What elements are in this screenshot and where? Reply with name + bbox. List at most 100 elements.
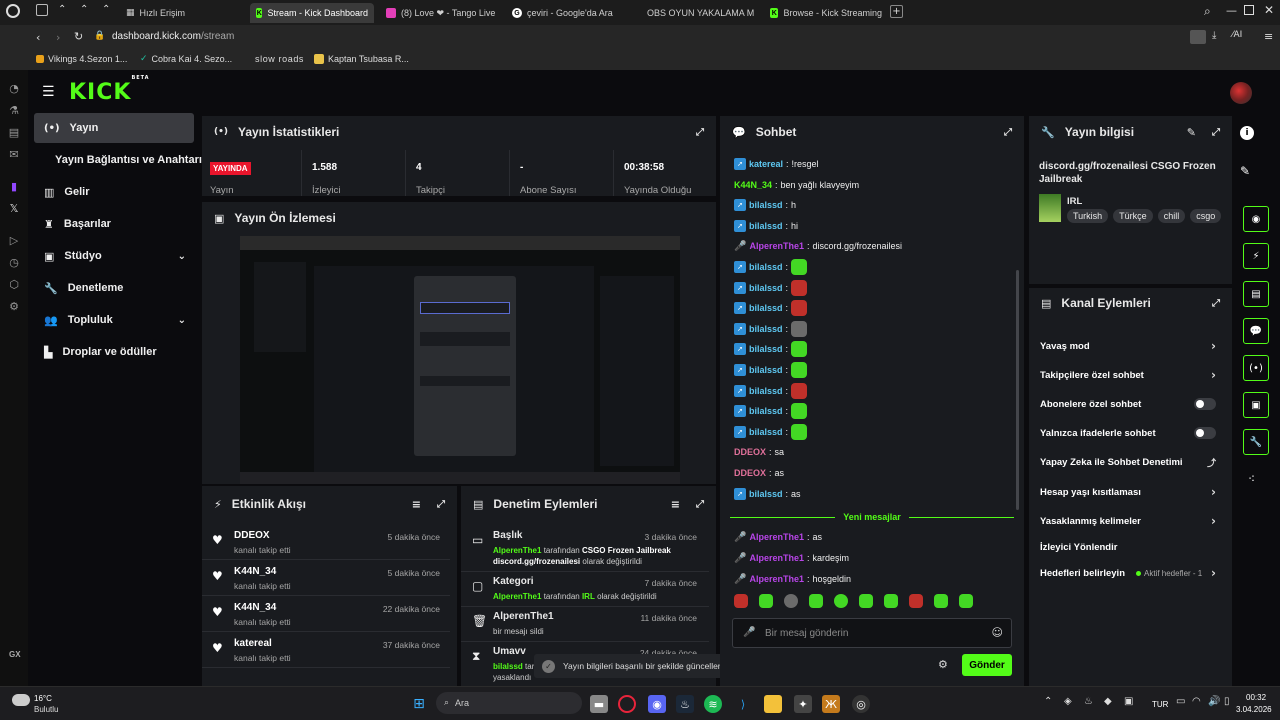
lightning-action-icon[interactable]: ⚡ — [1243, 243, 1269, 269]
emote-icon[interactable] — [784, 594, 798, 608]
popout-icon[interactable]: ⤢ — [1004, 127, 1012, 138]
tab-kick-browse[interactable]: K Browse - Kick Streaming — [764, 3, 888, 23]
app-icon-2[interactable]: Ж — [822, 695, 840, 713]
emote-icon[interactable] — [884, 594, 898, 608]
clock-time[interactable]: 00:32 — [1246, 693, 1266, 702]
action-banned-words[interactable]: Yasaklanmış kelimeler › — [1040, 511, 1216, 531]
popout-icon[interactable]: ⤢ — [437, 499, 445, 510]
hamburger-menu-icon[interactable]: ☰ — [42, 84, 55, 100]
nav-item-stream-key[interactable]: Yayın Bağlantısı ve Anahtarı — [34, 145, 206, 175]
notes-action-icon[interactable]: ▤ — [1243, 281, 1269, 307]
tab-google-search[interactable]: Gçeviri - Google'da Ara — [506, 3, 630, 23]
emote-icon[interactable] — [959, 594, 973, 608]
filter-icon[interactable]: ≡ — [671, 498, 680, 511]
menu-icon[interactable]: ≡ — [1264, 30, 1273, 43]
chat-input[interactable]: 🎤 Bir mesaj gönderin ☺ — [732, 618, 1012, 648]
discord-icon[interactable]: ◉ — [648, 695, 666, 713]
action-host-viewers[interactable]: İzleyici Yönlendir — [1040, 537, 1216, 557]
emoji-icon[interactable]: ☺ — [992, 626, 1003, 639]
gx-control-icon[interactable]: ⚗ — [6, 102, 22, 118]
filter-icon[interactable]: ≡ — [412, 498, 421, 511]
windows-start-icon[interactable]: ⊞ — [410, 695, 428, 713]
bookmark-cobra-kai[interactable]: ✓ Cobra Kai 4. Sezo... — [140, 54, 232, 64]
chat-username[interactable]: bilalssd — [749, 200, 783, 210]
action-set-goals[interactable]: Hedefleri belirleyin Aktif hedefler - 1 › — [1040, 563, 1216, 583]
tab-kick-dashboard[interactable]: K Stream - Kick Dashboard — [250, 3, 374, 23]
emote-icon[interactable] — [909, 594, 923, 608]
chat-username[interactable]: bilalssd — [749, 427, 783, 437]
x-twitter-icon[interactable]: 𝕏 — [6, 200, 22, 216]
back-icon[interactable]: ‹ — [36, 31, 40, 44]
close-icon[interactable]: ✕ — [1264, 3, 1274, 17]
bookmark-slow-roads[interactable]: slow roads — [255, 54, 304, 64]
panel-action-icon[interactable]: ▣ — [1243, 392, 1269, 418]
emote-icon[interactable] — [834, 594, 848, 608]
action-followers-only[interactable]: Takipçilere özel sohbet › — [1040, 365, 1216, 385]
action-account-age[interactable]: Hesap yaşı kısıtlaması › — [1040, 482, 1216, 502]
twitch-icon[interactable]: ▮ — [6, 178, 22, 194]
nav-item-gelir[interactable]: ▥ Gelir — [34, 177, 194, 207]
url-field[interactable]: dashboard.kick.com/stream — [112, 31, 234, 42]
camera-action-icon[interactable]: ◉ — [1243, 206, 1269, 232]
aria-ai-icon[interactable]: ⁄AI — [1232, 30, 1242, 40]
tag-chip[interactable]: chill — [1157, 209, 1186, 223]
gx-corner-icon[interactable]: ◔ — [6, 80, 22, 96]
settings-icon[interactable]: ⚙ — [6, 298, 22, 314]
volume-icon[interactable]: 🔊 — [1208, 696, 1220, 707]
chat-username[interactable]: katereal — [749, 159, 783, 169]
screenshot-icon[interactable] — [1190, 30, 1206, 44]
popout-icon[interactable]: ⤢ — [696, 499, 704, 510]
emote-icon[interactable] — [809, 594, 823, 608]
new-tab-icon[interactable]: + — [890, 5, 903, 18]
tag-chip[interactable]: Türkçe — [1113, 209, 1153, 223]
nav-item-yayin[interactable]: (•) Yayın — [34, 113, 194, 143]
tray-app-icon-3[interactable]: ▣ — [1124, 696, 1133, 707]
folder-icon[interactable] — [764, 695, 782, 713]
chat-username[interactable]: DDEOX — [734, 468, 766, 478]
bookmark-kaptan-tsubasa[interactable]: Kaptan Tsubasa R... — [314, 54, 409, 64]
tab-youtube-obs[interactable]: OBS OYUN YAKALAMA M — [636, 3, 760, 23]
nav-item-topluluk[interactable]: 👥 Topluluk ⌄ — [34, 305, 194, 335]
workspace-up-icon-3[interactable]: ⌃ — [102, 4, 110, 15]
tray-chevron-up-icon[interactable]: ⌃ — [1044, 696, 1052, 707]
chat-username[interactable]: bilalssd — [749, 489, 783, 499]
emote-icon[interactable] — [859, 594, 873, 608]
tab-hizli-erisim[interactable]: ▦ Hızlı Erişim — [120, 3, 240, 23]
tab-tango-live[interactable]: (8) Love ❤ - Tango Live — [380, 3, 504, 23]
tray-app-icon-2[interactable]: ◆ — [1104, 696, 1112, 707]
chat-username[interactable]: bilalssd — [749, 344, 783, 354]
avatar[interactable] — [1230, 82, 1252, 104]
action-subscribers-only[interactable]: Abonelere özel sohbet — [1040, 394, 1216, 414]
tray-app-icon[interactable]: ◈ — [1064, 696, 1072, 707]
send-button[interactable]: Gönder — [962, 654, 1012, 676]
workspace-icon[interactable] — [36, 4, 48, 16]
chat-username[interactable]: AlperenThe1 — [749, 574, 804, 584]
chat-username[interactable]: bilalssd — [749, 324, 783, 334]
maximize-icon[interactable] — [1244, 5, 1254, 15]
chat-username[interactable]: AlperenThe1 — [749, 241, 804, 251]
weather-temp[interactable]: 16°C — [34, 694, 52, 703]
chat-username[interactable]: bilalssd — [749, 303, 783, 313]
nav-item-studyo[interactable]: ▣ Stüdyo ⌄ — [34, 241, 194, 271]
minimize-icon[interactable]: — — [1226, 4, 1237, 17]
chat-scrollbar[interactable] — [1016, 270, 1019, 510]
emote-only-toggle[interactable] — [1194, 427, 1216, 439]
emote-icon[interactable] — [734, 594, 748, 608]
chat-username[interactable]: bilalssd — [749, 221, 783, 231]
kick-logo[interactable]: KICKBETA — [69, 75, 150, 105]
action-emote-only[interactable]: Yalnızca ifadelerle sohbet — [1040, 423, 1216, 443]
chat-username[interactable]: bilalssd — [749, 406, 783, 416]
nav-item-droplar[interactable]: ▙ Droplar ve ödüller — [34, 337, 194, 367]
chat-username[interactable]: bilalssd — [749, 386, 783, 396]
file-explorer-icon[interactable]: ▬ — [590, 695, 608, 713]
chat-username[interactable]: bilalssd — [749, 365, 783, 375]
edit-icon[interactable]: ✎ — [1187, 126, 1196, 139]
stream-preview-video[interactable] — [240, 236, 680, 484]
language-indicator[interactable]: TUR — [1152, 700, 1168, 709]
extensions-icon[interactable]: ⬡ — [6, 276, 22, 292]
app-icon[interactable]: ✦ — [794, 695, 812, 713]
subscribers-only-toggle[interactable] — [1194, 398, 1216, 410]
vscode-icon[interactable]: ⟩ — [734, 695, 752, 713]
chat-action-icon[interactable]: 💬 — [1243, 318, 1269, 344]
chat-username[interactable]: DDEOX — [734, 447, 766, 457]
